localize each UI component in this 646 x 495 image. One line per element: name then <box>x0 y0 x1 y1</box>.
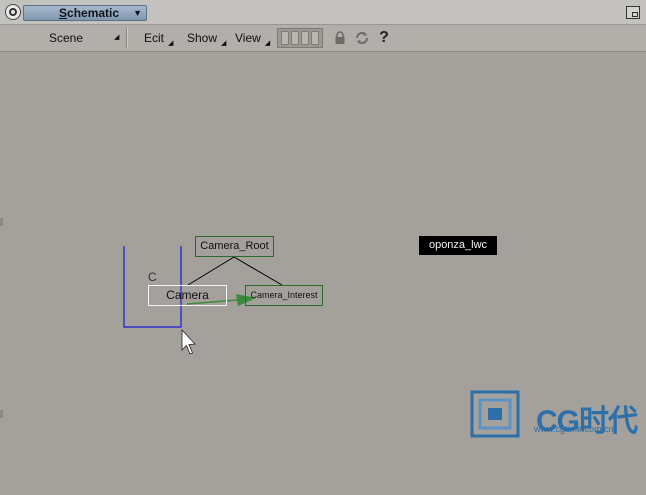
app-menu-icon[interactable] <box>5 4 21 20</box>
title-bar: Schematic ▼ <box>0 0 646 25</box>
node-camera-interest[interactable]: Camera_Interest <box>245 285 323 306</box>
refresh-icon[interactable] <box>353 29 371 47</box>
memo-slot-button[interactable] <box>311 31 319 45</box>
menu-scene[interactable]: Scene <box>49 31 83 45</box>
hierarchy-link <box>187 256 235 286</box>
menu-view[interactable]: View ◢ <box>235 31 270 47</box>
memo-slot-button[interactable] <box>291 31 299 45</box>
menu-divider <box>126 28 127 48</box>
memo-button-group <box>277 28 323 48</box>
watermark-url: www.cgtime.com.cn <box>534 424 614 434</box>
node-camera-root[interactable]: Camera_Root <box>195 236 274 257</box>
submenu-indicator-icon: ◢ <box>221 40 227 47</box>
hierarchy-link <box>233 256 283 286</box>
chevron-down-icon: ▼ <box>133 8 142 18</box>
view-selector[interactable]: Schematic ▼ <box>23 5 147 21</box>
menu-edit[interactable]: Ecit ◢ <box>144 31 173 47</box>
maximize-icon[interactable] <box>626 6 640 19</box>
menu-bar: Scene ◢ Ecit ◢ Show ◢ View ◢ ? <box>0 25 646 52</box>
submenu-indicator-icon: ◢ <box>168 40 174 47</box>
memo-slot-button[interactable] <box>281 31 289 45</box>
submenu-indicator-icon: ◢ <box>264 40 271 47</box>
schematic-window: Schematic ▼ Scene ◢ Ecit◢ Show◢ View◢ <box>0 0 646 495</box>
memo-slot-button[interactable] <box>301 31 309 45</box>
node-scene[interactable]: oponza_lwc <box>419 236 497 255</box>
camera-label: C <box>148 270 157 284</box>
window-title: Schematic <box>59 6 120 20</box>
menu-edit-label: Ecit <box>144 31 165 45</box>
menu-show-label: Show <box>187 31 218 45</box>
menu-show[interactable]: Show ◢ <box>187 31 226 47</box>
node-camera[interactable]: Camera <box>148 285 227 306</box>
mouse-cursor-icon <box>181 328 196 355</box>
menu-view-label: View <box>235 31 261 45</box>
submenu-indicator-icon: ◢ <box>114 34 120 41</box>
help-icon[interactable]: ? <box>375 29 393 47</box>
lock-icon[interactable] <box>331 29 349 47</box>
help-glyph: ? <box>379 29 389 46</box>
menu-scene-label: Scene <box>49 31 84 45</box>
